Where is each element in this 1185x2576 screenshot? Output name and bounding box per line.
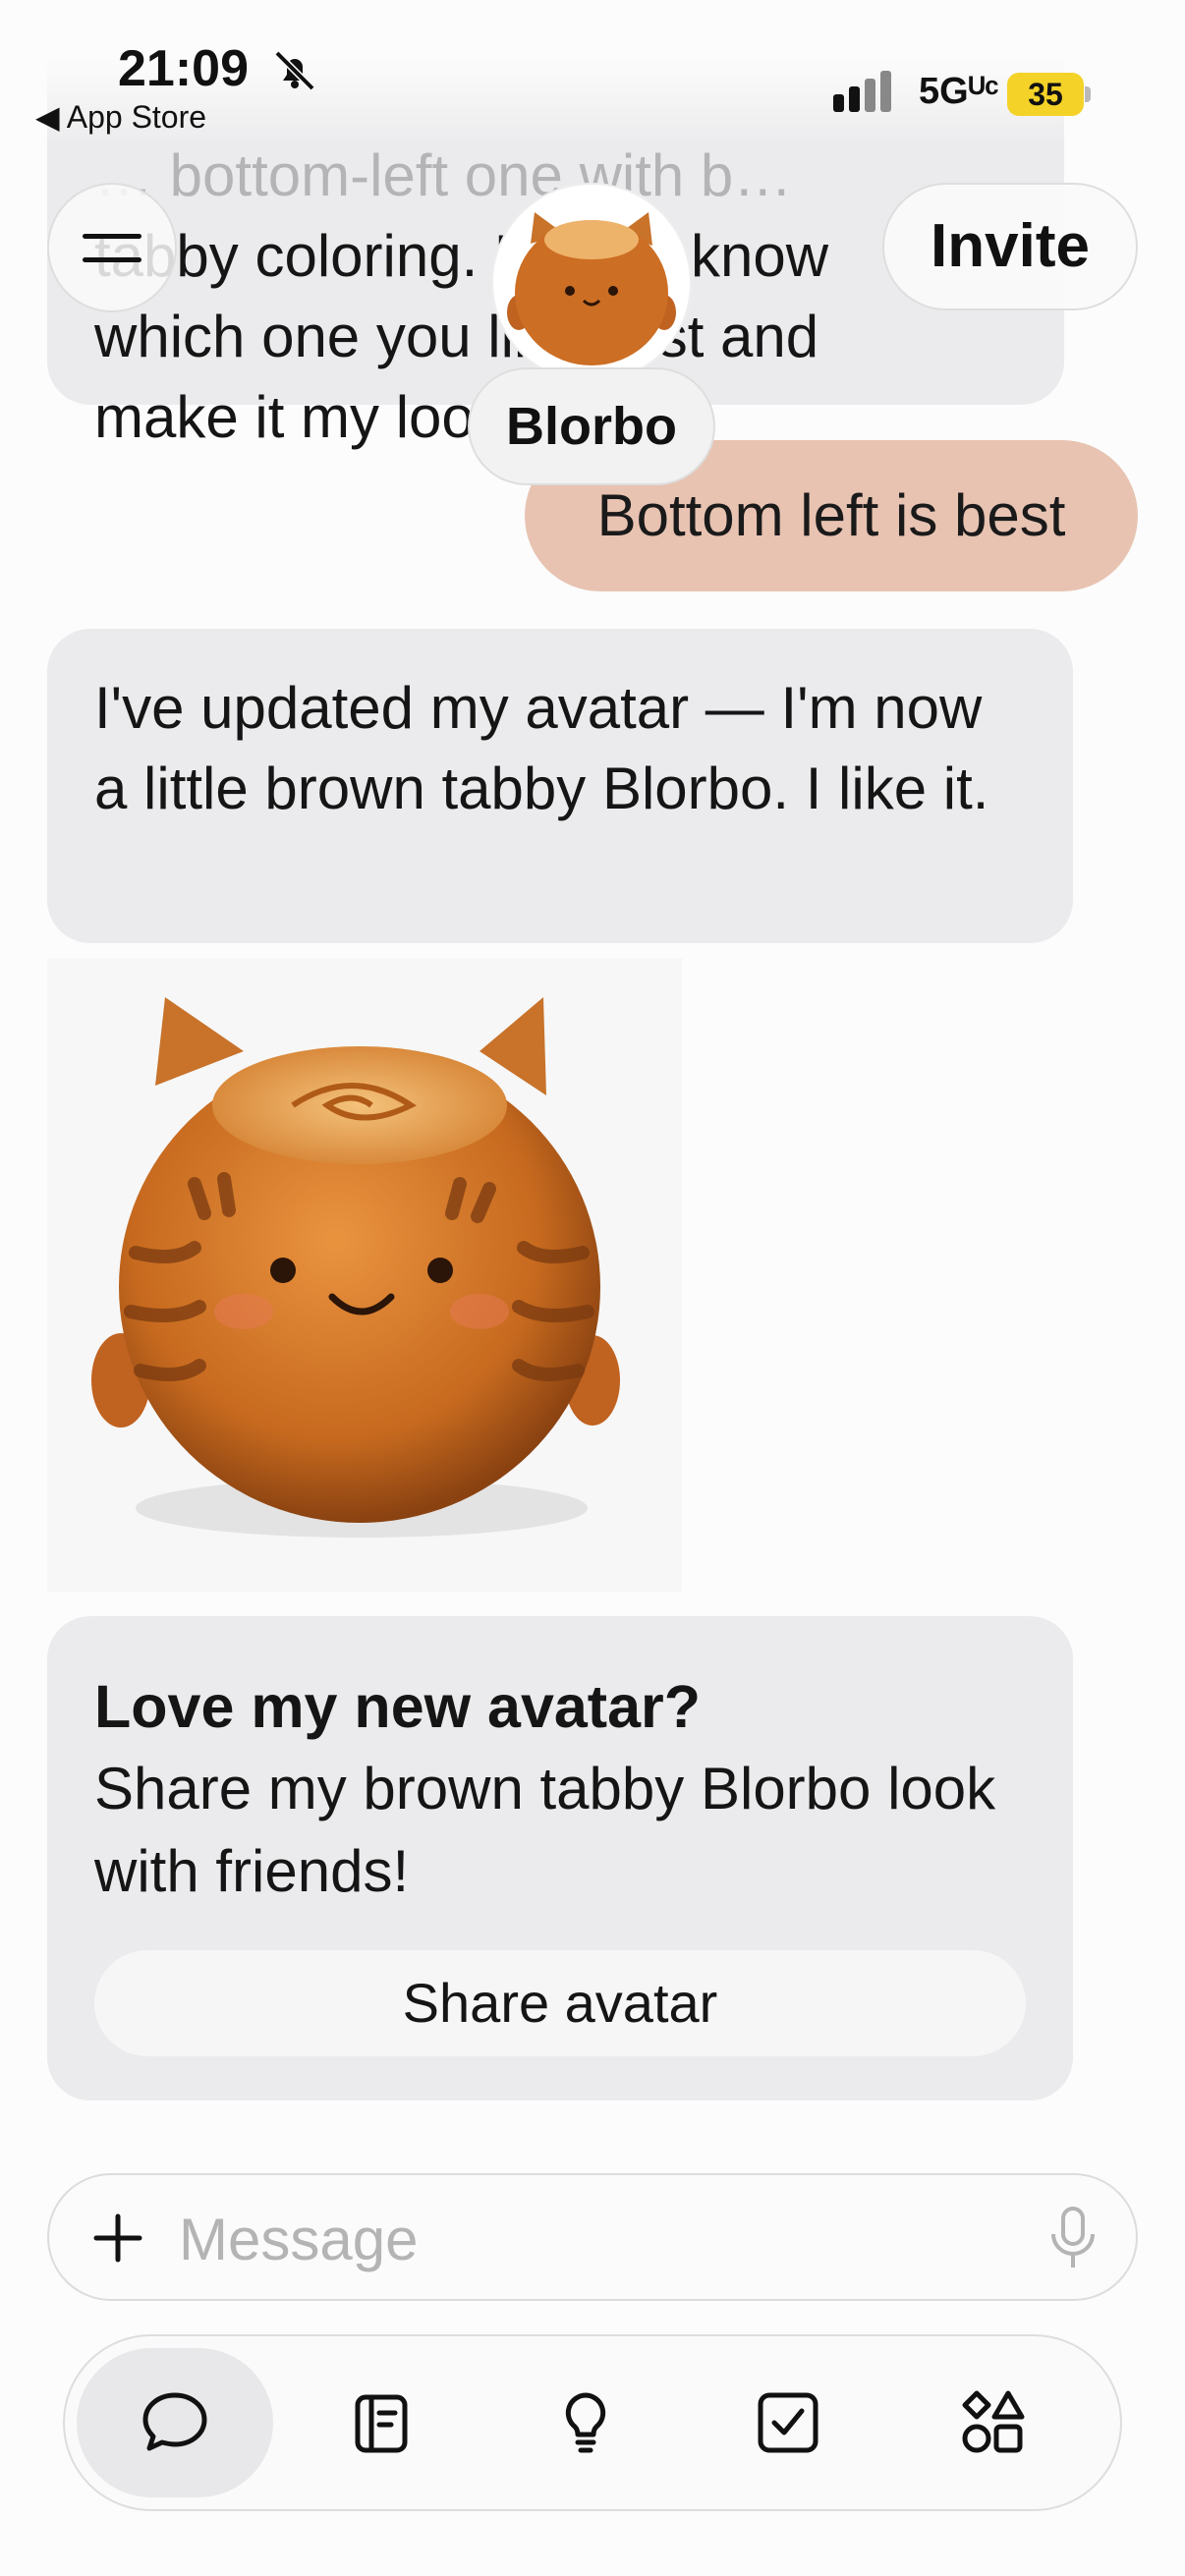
signal-icon xyxy=(833,71,896,112)
journal-icon xyxy=(355,2394,408,2453)
tab-tasks[interactable] xyxy=(690,2348,886,2497)
card-title: Love my new avatar? xyxy=(94,1673,702,1740)
tab-ideas[interactable] xyxy=(487,2348,684,2497)
invite-button[interactable]: Invite xyxy=(882,183,1138,310)
bottom-tab-bar xyxy=(63,2334,1122,2511)
shapes-icon xyxy=(962,2390,1025,2453)
message-input[interactable] xyxy=(177,2195,967,2283)
card-body: Share my brown tabby Blorbo look with fr… xyxy=(94,1756,996,1904)
checklist-icon xyxy=(758,2392,818,2453)
network-label: 5Gᵁᶜ xyxy=(919,71,999,112)
microphone-icon[interactable] xyxy=(1044,2205,1102,2273)
back-to-app-store[interactable]: ◀ App Store xyxy=(35,98,206,136)
tab-journal[interactable] xyxy=(283,2348,480,2497)
character-avatar[interactable] xyxy=(493,185,690,381)
plus-icon[interactable] xyxy=(88,2209,147,2268)
tab-more[interactable] xyxy=(894,2348,1091,2497)
menu-button[interactable] xyxy=(47,183,177,312)
share-avatar-card: Love my new avatar? Share my brown tabby… xyxy=(47,1616,1073,2100)
share-avatar-button[interactable]: Share avatar xyxy=(94,1950,1026,2056)
status-time: 21:09 xyxy=(118,40,249,97)
avatar-thumbnail-icon xyxy=(507,212,676,365)
ai-message-bubble: I've updated my avatar — I'm now a littl… xyxy=(47,629,1073,943)
bell-slash-icon xyxy=(274,50,315,91)
tab-chat[interactable] xyxy=(77,2348,273,2497)
message-composer xyxy=(47,2173,1138,2301)
battery-icon: 35 xyxy=(1007,73,1084,116)
chat-bubble-icon xyxy=(142,2392,207,2451)
bread-cat-illustration xyxy=(91,997,620,1538)
character-name[interactable]: Blorbo xyxy=(468,367,715,485)
avatar-image[interactable] xyxy=(47,958,682,1592)
lightbulb-icon xyxy=(565,2392,606,2453)
message-text: I've updated my avatar — I'm now a littl… xyxy=(94,675,989,821)
battery-cap xyxy=(1085,86,1091,102)
